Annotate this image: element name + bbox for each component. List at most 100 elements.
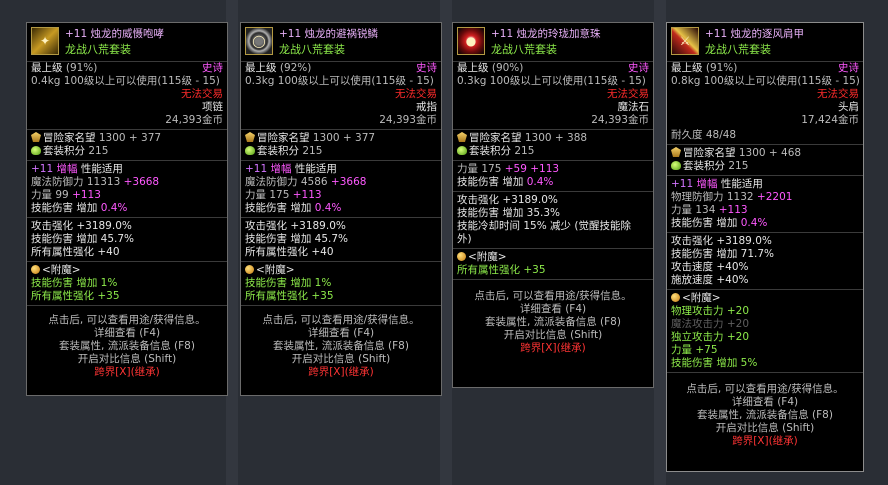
amp-label: 增幅 xyxy=(696,178,718,190)
enchant-title: <附魔> xyxy=(682,292,721,304)
stat-bonus: +113 xyxy=(718,204,748,216)
points-value: 215 xyxy=(514,145,535,157)
footer-compare[interactable]: 开启对比信息 (Shift) xyxy=(241,353,441,366)
footer-set-info[interactable]: 套装属性, 流派装备信息 (F8) xyxy=(667,409,863,422)
stat-base: 1132 xyxy=(726,191,754,203)
item-type: 头肩 xyxy=(838,101,859,113)
stat-base: 4586 xyxy=(300,176,328,188)
stat-bonus: +113 xyxy=(72,189,101,201)
skill-dmg-val: 0.4% xyxy=(100,202,128,214)
level-req: 100级以上可以使用(115级 - 15) xyxy=(63,75,220,87)
enchant-orb-icon xyxy=(457,252,466,261)
stat-bonus: +59 +113 xyxy=(504,163,560,175)
fame-icon xyxy=(457,132,467,142)
fame-label: 冒险家名望 xyxy=(683,147,736,159)
points-value: 215 xyxy=(88,145,109,157)
footer-set-info[interactable]: 套装属性, 流派装备信息 (F8) xyxy=(453,316,653,329)
fame-label: 冒险家名望 xyxy=(257,132,310,144)
fame-icon xyxy=(245,132,255,142)
grade-pct: (91%) xyxy=(65,62,98,74)
enchant-line: 所有属性强化 +35 xyxy=(31,290,120,302)
footer-compare[interactable]: 开启对比信息 (Shift) xyxy=(27,353,227,366)
rarity: 史诗 xyxy=(628,62,649,74)
enchant-orb-icon xyxy=(245,265,254,274)
footer-hint: 点击后, 可以查看用途/获得信息。 xyxy=(48,314,206,326)
price: 24,393金币 xyxy=(591,114,649,126)
stat-label: 力量 xyxy=(671,204,692,216)
effect-line: 攻击强化 +3189.0% xyxy=(31,220,132,232)
effect-line: 技能伤害 增加 71.7% xyxy=(671,248,775,260)
necklace-icon[interactable]: ✦ xyxy=(31,27,59,55)
fame-value: 1300 + 468 xyxy=(738,147,802,159)
skill-dmg-mid: 增加 xyxy=(76,202,98,214)
skill-dmg-val: 0.4% xyxy=(740,217,768,229)
fame-value: 1300 + 377 xyxy=(98,132,162,144)
points-label: 套装积分 xyxy=(257,145,299,157)
skill-dmg-mid: 增加 xyxy=(716,217,738,229)
footer-detail[interactable]: 详细查看 (F4) xyxy=(453,303,653,316)
footer-transfer[interactable]: 跨界[X](继承) xyxy=(27,366,227,379)
footer-detail[interactable]: 详细查看 (F4) xyxy=(241,327,441,340)
rarity: 史诗 xyxy=(202,62,223,74)
footer-transfer[interactable]: 跨界[X](继承) xyxy=(667,435,863,448)
effect-line: 所有属性强化 +40 xyxy=(31,246,120,258)
item-name: +11 烛龙的威慑咆哮 xyxy=(65,28,164,40)
item-type: 魔法石 xyxy=(617,101,650,113)
fame-value: 1300 + 377 xyxy=(312,132,376,144)
stat-base: 99 xyxy=(55,189,69,201)
enchant-orb-icon xyxy=(671,293,680,302)
effect-line: 技能伤害 增加 45.7% xyxy=(245,233,349,245)
points-value: 215 xyxy=(728,160,749,172)
footer-compare[interactable]: 开启对比信息 (Shift) xyxy=(453,329,653,342)
grade-pct: (90%) xyxy=(491,62,524,74)
stat-base: 11313 xyxy=(86,176,121,188)
item-name: +11 烛龙的避祸锐鳞 xyxy=(279,28,378,40)
enchant-line: 力量 +75 xyxy=(671,344,718,356)
footer-detail[interactable]: 详细查看 (F4) xyxy=(667,396,863,409)
trade-status: 无法交易 xyxy=(817,88,859,100)
footer-compare[interactable]: 开启对比信息 (Shift) xyxy=(667,422,863,435)
skill-dmg-val: 0.4% xyxy=(526,176,554,188)
level-req: 100级以上可以使用(115级 - 15) xyxy=(703,75,860,87)
grade: 最上级 xyxy=(671,62,703,74)
shoulder-icon[interactable]: ⚔ xyxy=(671,27,699,55)
weight: 0.3kg xyxy=(457,75,487,87)
stat-bonus: +3668 xyxy=(330,176,367,188)
effect-line: 施放速度 +40% xyxy=(671,274,749,286)
enchant-orb-icon xyxy=(31,265,40,274)
points-label: 套装积分 xyxy=(683,160,725,172)
stat-label: 物理防御力 xyxy=(671,191,724,203)
fame-icon xyxy=(671,147,681,157)
set-name: 龙战八荒套装 xyxy=(705,43,771,56)
enchant-line: 所有属性强化 +35 xyxy=(457,264,546,276)
effect-line: 技能伤害 增加 35.3% xyxy=(457,207,561,219)
skill-dmg-mid: 增加 xyxy=(502,176,524,188)
level-req: 100级以上可以使用(115级 - 15) xyxy=(277,75,434,87)
rarity: 史诗 xyxy=(838,62,859,74)
footer-transfer[interactable]: 跨界[X](继承) xyxy=(453,342,653,355)
skill-dmg-mid: 增加 xyxy=(290,202,312,214)
stat-label: 力量 xyxy=(31,189,52,201)
trade-status: 无法交易 xyxy=(607,88,649,100)
amp-prefix: +11 xyxy=(671,178,694,190)
bracelet-icon[interactable]: ◯ xyxy=(245,27,273,55)
skill-dmg-label: 技能伤害 xyxy=(457,176,499,188)
footer-detail[interactable]: 详细查看 (F4) xyxy=(27,327,227,340)
enchant-line: 技能伤害 增加 1% xyxy=(31,277,118,289)
item-tooltip-necklace: ✦ +11 烛龙的威慑咆哮 龙战八荒套装 最上级 (91%) 史诗 0.4kg 1… xyxy=(26,22,228,396)
weight: 0.8kg xyxy=(671,75,701,87)
set-points-icon xyxy=(245,146,255,155)
footer-set-info[interactable]: 套装属性, 流派装备信息 (F8) xyxy=(27,340,227,353)
set-name: 龙战八荒套装 xyxy=(65,43,131,56)
fame-label: 冒险家名望 xyxy=(43,132,96,144)
magic-stone-icon[interactable]: ● xyxy=(457,27,485,55)
skill-dmg-label: 技能伤害 xyxy=(671,217,713,229)
footer-set-info[interactable]: 套装属性, 流派装备信息 (F8) xyxy=(241,340,441,353)
fame-icon xyxy=(31,132,41,142)
grade-pct: (91%) xyxy=(705,62,738,74)
price: 24,393金币 xyxy=(379,114,437,126)
stat-bonus: +2201 xyxy=(756,191,793,203)
weight: 0.4kg xyxy=(31,75,61,87)
footer-transfer[interactable]: 跨界[X](继承) xyxy=(241,366,441,379)
skill-dmg-val: 0.4% xyxy=(314,202,342,214)
